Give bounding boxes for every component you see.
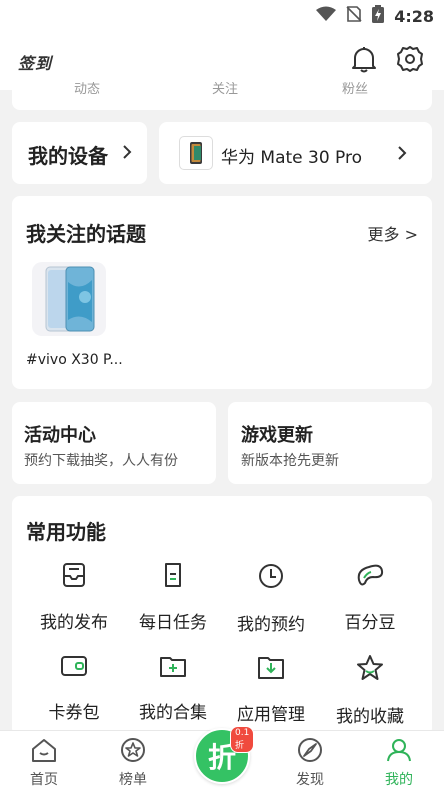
fn-label: 百分豆 [344, 613, 396, 633]
fn-label: 我的预约 [237, 615, 305, 635]
card-wallet-button[interactable]: 卡券包 [24, 654, 124, 723]
ranking-icon [119, 731, 147, 767]
stats-label-fans: 粉丝 [342, 82, 369, 97]
bottom-nav: 首页 榜单 折 0.1折 发现 我的 [0, 726, 444, 791]
my-collections-button[interactable]: 我的合集 [123, 654, 223, 723]
signin-button[interactable]: 签到 [18, 50, 52, 74]
bell-icon[interactable] [348, 43, 380, 75]
task-icon [160, 562, 186, 592]
fn-label: 我的合集 [139, 703, 207, 723]
nav-discover[interactable]: 发现 [278, 731, 342, 791]
nav-label: 榜单 [119, 772, 147, 788]
activity-center-title: 活动中心 [24, 425, 96, 446]
fn-label: 每日任务 [139, 613, 207, 633]
discover-icon [296, 731, 324, 767]
nav-discount[interactable]: 折 0.1折 [194, 726, 255, 784]
topic-name[interactable]: #vivo X30 P... [26, 352, 123, 368]
home-icon [30, 731, 58, 767]
fn-label: 卡券包 [48, 703, 100, 723]
publish-icon [61, 562, 87, 592]
topics-more-link[interactable]: 更多 > [368, 221, 419, 245]
game-updates-card[interactable]: 游戏更新 新版本抢先更新 [228, 402, 432, 484]
game-updates-subtitle: 新版本抢先更新 [241, 453, 339, 469]
stats-card-peek: 动态 关注 粉丝 [12, 82, 432, 110]
bean-icon [355, 562, 385, 592]
topics-title: 我关注的话题 [26, 222, 146, 246]
no-sim-icon [346, 6, 362, 26]
nav-profile[interactable]: 我的 [367, 731, 431, 791]
gear-icon[interactable] [394, 43, 426, 75]
app-manager-button[interactable]: 应用管理 [221, 654, 321, 725]
common-functions-card: 常用功能 我的发布 每日任务 我的预约 百分豆 卡券包 我的合集 应用管理 我的… [12, 496, 432, 736]
phone-thumbnail [179, 136, 213, 170]
collection-icon [159, 654, 187, 682]
topics-card: 我关注的话题 更多 > #vivo X30 P... [12, 196, 432, 389]
nav-ranking[interactable]: 榜单 [101, 731, 165, 791]
device-card[interactable]: 华为 Mate 30 Pro [159, 122, 432, 184]
my-devices-title: 我的设备 [28, 144, 108, 168]
wallet-icon [60, 654, 88, 682]
star-icon [356, 654, 384, 686]
my-devices-card[interactable]: 我的设备 [12, 122, 147, 184]
activity-center-card[interactable]: 活动中心 预约下载抽奖，人人有份 [12, 402, 216, 484]
status-time: 4:28 [394, 6, 434, 26]
chevron-right-icon [122, 144, 132, 164]
daily-tasks-button[interactable]: 每日任务 [123, 562, 223, 633]
nav-label: 发现 [296, 772, 324, 788]
fn-label: 我的发布 [40, 613, 108, 633]
chevron-right-icon [397, 145, 407, 165]
device-model: 华为 Mate 30 Pro [221, 148, 363, 168]
nav-label: 我的 [385, 772, 413, 788]
functions-title: 常用功能 [26, 520, 106, 544]
my-posts-button[interactable]: 我的发布 [24, 562, 124, 633]
activity-center-subtitle: 预约下载抽奖，人人有份 [24, 453, 178, 469]
topic-thumbnail[interactable] [32, 262, 106, 336]
profile-icon [385, 731, 413, 767]
game-updates-title: 游戏更新 [241, 425, 313, 446]
status-bar: 4:28 [0, 0, 444, 32]
wifi-icon [316, 6, 337, 26]
my-favorites-button[interactable]: 我的收藏 [320, 654, 420, 727]
nav-label: 首页 [30, 772, 58, 788]
download-folder-icon [257, 654, 285, 684]
stats-label-posts: 动态 [74, 82, 101, 97]
clock-icon [257, 562, 285, 594]
nav-home[interactable]: 首页 [12, 731, 76, 791]
fn-label: 我的收藏 [336, 707, 404, 727]
fn-label: 应用管理 [237, 705, 305, 725]
my-reservations-button[interactable]: 我的预约 [221, 562, 321, 635]
battery-charging-icon [372, 5, 385, 27]
bean-button[interactable]: 百分豆 [320, 562, 420, 633]
discount-badge: 0.1折 [230, 726, 255, 753]
stats-label-following: 关注 [212, 82, 239, 97]
